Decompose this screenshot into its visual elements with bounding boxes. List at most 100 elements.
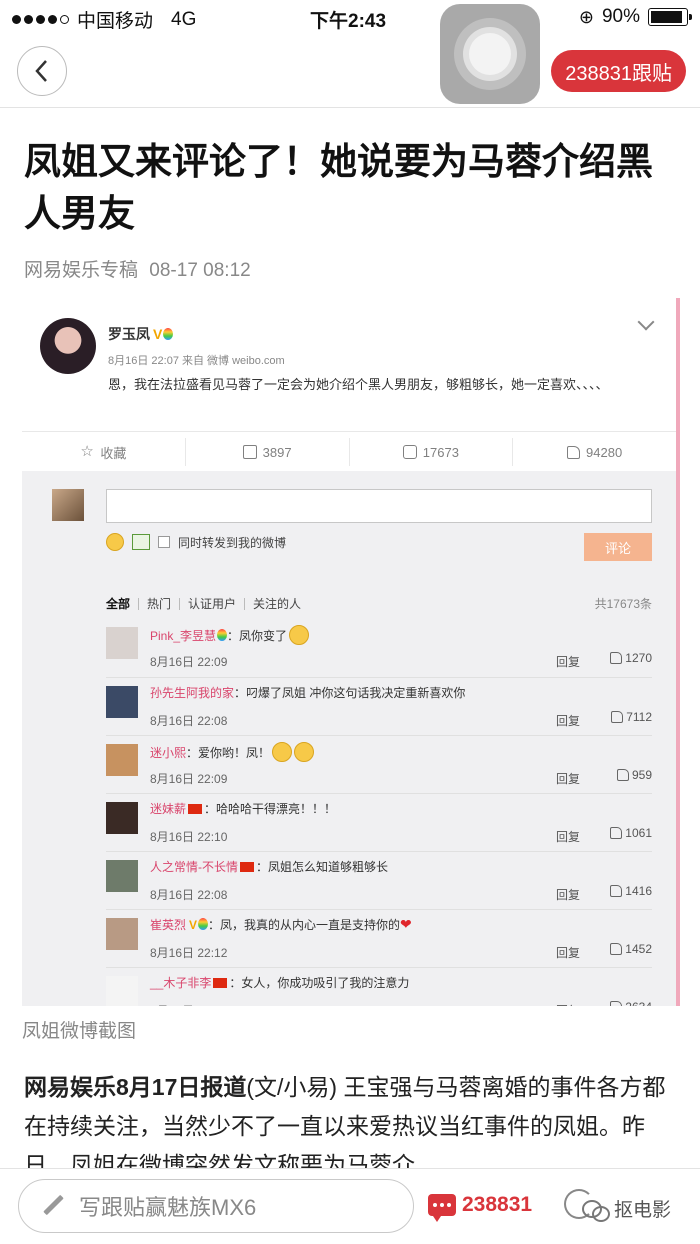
chevron-down-icon xyxy=(637,313,655,331)
article-meta: 网易娱乐专稿 08-17 08:12 xyxy=(24,255,251,282)
network-label: 4G xyxy=(171,8,197,30)
comment-text: ：爱你哟！凤！ xyxy=(186,746,271,760)
image-icon xyxy=(132,534,150,550)
comment-likes: 959 xyxy=(616,768,652,782)
star-icon xyxy=(80,442,94,460)
comment-section: 同时转发到我的微博 评论 全部 热门 认证用户 关注的人 共17673条 Pin… xyxy=(22,471,676,1006)
comment-text: ：凤，我真的从内心一直是支持你的 xyxy=(208,918,401,932)
chevron-left-icon xyxy=(35,60,47,82)
author-avatar xyxy=(40,318,96,374)
comment-likes: 1416 xyxy=(610,884,652,898)
comment-likes: 1061 xyxy=(610,826,652,840)
like-icon xyxy=(610,885,623,897)
back-button[interactable] xyxy=(17,46,67,96)
comment-line: 人之常情-不长情 ：凤姐怎么知道够粗够长 xyxy=(150,858,388,875)
comment-user: 崔英烈 xyxy=(150,918,187,932)
reply-button: 回复 xyxy=(556,1002,580,1006)
comment-time: 8月16日 22:10 xyxy=(150,830,228,844)
comment-likes: 7112 xyxy=(611,710,652,724)
scroll-indicator xyxy=(676,298,680,1006)
avatar xyxy=(106,744,138,776)
post-text: 恩，我在法拉盛看见马蓉了一定会为她介绍个黑人男朋友，够粗够长，她一定喜欢、、、、 xyxy=(108,377,609,392)
comment-user: 迷妹薪 xyxy=(150,802,187,816)
comment-user: 人之常情-不长情 xyxy=(150,860,238,874)
bottom-bar: 写跟贴赢魅族MX6 238831 抠电影 xyxy=(0,1168,700,1244)
watermark: 抠电影 xyxy=(582,1195,671,1222)
watermark-text: 抠电影 xyxy=(614,1200,672,1221)
sync-checkbox xyxy=(158,536,170,548)
clock: 下午2:43 xyxy=(310,11,387,32)
avatar xyxy=(106,802,138,834)
heart-icon: ❤ xyxy=(400,916,412,932)
status-bar: 中国移动 4G 下午2:43 ⊕ 90% xyxy=(0,0,700,36)
assistive-touch-button[interactable] xyxy=(440,4,540,104)
wechat-logo-icon xyxy=(582,1198,610,1222)
emoji-icon xyxy=(106,533,124,551)
post-actions: 收藏 3897 17673 94280 xyxy=(22,431,676,471)
avatar xyxy=(106,860,138,892)
reply-input[interactable]: 写跟贴赢魅族MX6 xyxy=(18,1179,414,1233)
status-left: 中国移动 4G xyxy=(12,6,196,33)
avatar xyxy=(52,489,84,521)
rainbow-badge-icon xyxy=(217,629,228,641)
comment-like-count: 1270 xyxy=(625,651,652,665)
battery-percent: 90% xyxy=(601,6,640,27)
comment-line: Pink_李昱慧 ：凤你变了 xyxy=(150,625,310,645)
forward-action: 3897 xyxy=(186,438,350,466)
comment-time: 8月16日 22:12 xyxy=(150,946,228,960)
comment-line: __木子非李 ：女人，你成功吸引了我的注意力 xyxy=(150,974,409,991)
pencil-icon xyxy=(41,1193,67,1219)
author-name: 罗玉凤 V xyxy=(108,324,174,344)
comment-user: 迷小熙 xyxy=(150,746,187,760)
top-nav: 238831跟贴 xyxy=(0,4,700,108)
list-item: 孙先生阿我的家：叼爆了凤姐 冲你这句话我决定重新喜欢你 8月16日 22:08 回复… xyxy=(106,677,652,735)
list-item: 崔英烈 V ：凤，我真的从内心一直是支持你的❤ 8月16日 22:12 回复 1452 xyxy=(106,909,652,967)
avatar xyxy=(106,976,138,1006)
comment-input xyxy=(106,489,652,523)
list-item: 人之常情-不长情 ：凤姐怎么知道够粗够长 8月16日 22:08 回复 1416 xyxy=(106,851,652,909)
list-item: __木子非李 ：女人，你成功吸引了我的注意力 8月16日 22:08 回复 2634 xyxy=(106,967,652,1006)
favorite-action: 收藏 xyxy=(22,438,186,466)
reply-count-button[interactable]: 238831跟贴 xyxy=(551,50,686,92)
comments-button[interactable]: 238831 xyxy=(428,1193,533,1222)
comment-text: ：凤你变了 xyxy=(227,629,288,643)
flag-icon xyxy=(213,978,228,988)
comment-submit-button: 评论 xyxy=(584,533,652,561)
article-lead: 网易娱乐8月17日报道 xyxy=(24,1074,247,1100)
reply-button: 回复 xyxy=(555,714,580,728)
avatar xyxy=(106,686,138,718)
like-icon xyxy=(616,769,629,781)
comment-time: 8月16日 22:08 xyxy=(150,1002,227,1006)
comment-like-count: 7112 xyxy=(626,710,652,724)
comment-user: 孙先生阿我的家 xyxy=(150,686,235,700)
comment-likes: 1452 xyxy=(610,942,652,956)
comment-line: 迷小熙：爱你哟！凤！ xyxy=(150,742,315,762)
like-icon xyxy=(610,943,623,955)
comment-user: __木子非李 xyxy=(150,976,212,990)
comment-time: 8月16日 22:08 xyxy=(150,714,228,728)
reply-button: 回复 xyxy=(555,830,580,844)
comment-line: 迷妹薪 ：哈哈哈干得漂亮！！！ xyxy=(150,800,336,817)
rotation-lock-icon: ⊕ xyxy=(578,6,594,27)
like-icon xyxy=(610,1001,623,1006)
forward-count: 3897 xyxy=(262,444,292,460)
like-icon xyxy=(610,652,623,664)
comment-like-count: 1416 xyxy=(625,884,652,898)
article-title: 凤姐又来评论了！她说要为马蓉介绍黑人男友 xyxy=(24,141,653,234)
rainbow-badge-icon xyxy=(198,918,209,930)
comment-tabs: 全部 热门 认证用户 关注的人 共17673条 xyxy=(106,595,652,612)
weibo-screenshot[interactable]: 罗玉凤 V 8月16日 22:07 来自 微博 weibo.com 恩，我在法拉盛… xyxy=(22,298,680,1006)
tab-hot: 热门 xyxy=(139,597,181,610)
flag-icon xyxy=(188,804,203,814)
comment-like-count: 1061 xyxy=(625,826,652,840)
like-icon xyxy=(611,711,624,723)
comment-count: 17673 xyxy=(422,444,459,460)
comment-likes: 2634 xyxy=(610,1000,652,1006)
reply-placeholder: 写跟贴赢魅族MX6 xyxy=(79,1195,257,1220)
signal-icon xyxy=(12,15,69,24)
flag-icon xyxy=(240,862,254,872)
verified-badge-icon: V xyxy=(153,326,163,342)
comments-count: 238831 xyxy=(462,1193,533,1216)
like-count: 94280 xyxy=(586,444,623,460)
comment-text: ：凤姐怎么知道够粗够长 xyxy=(256,860,389,874)
